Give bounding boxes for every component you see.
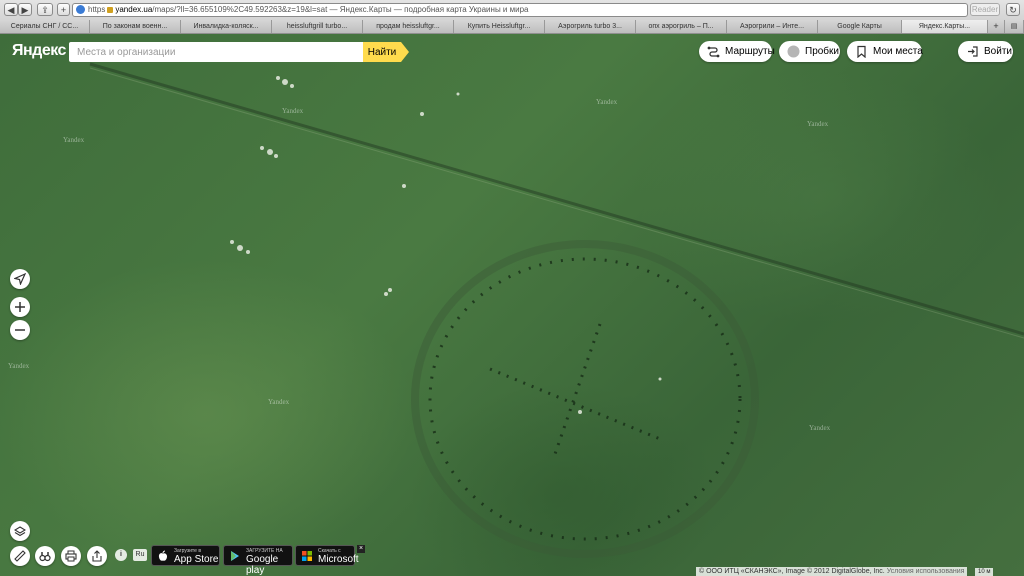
browser-tab[interactable]: опх аэрогриль – П... (636, 20, 727, 33)
share-button[interactable] (87, 546, 107, 566)
app-store-name: App Store (174, 554, 219, 565)
map-watermark: Yandex (807, 120, 829, 128)
my-places-label: Мои места (873, 46, 923, 57)
language-button[interactable]: Ru (133, 549, 147, 561)
zoom-out-button[interactable] (10, 320, 30, 340)
share-icon (92, 550, 102, 562)
map-watermark: Yandex (809, 424, 831, 432)
printer-icon (65, 550, 77, 562)
browser-tab[interactable]: Купить Heissluftgr... (454, 20, 545, 33)
search-button-tip (401, 42, 409, 62)
url-scheme: https (88, 5, 106, 14)
routes-label: Маршруты (725, 46, 775, 57)
globe-icon (76, 5, 85, 14)
lock-icon (107, 6, 114, 13)
zoom-in-button[interactable] (10, 297, 30, 317)
terms-link[interactable]: Условия использования (887, 568, 965, 575)
microsoft-store-button[interactable]: Скачать с Microsoft (295, 545, 359, 566)
back-icon[interactable]: ◀ (4, 3, 18, 16)
map-watermark: Yandex (282, 107, 304, 115)
login-label: Войти (984, 46, 1012, 57)
satellite-map[interactable]: Yandex Yandex Yandex Yandex Yandex Yande… (0, 34, 1024, 576)
browser-tab-active[interactable]: Яндекс.Карты... (902, 20, 988, 33)
map-scale: 10 м (975, 568, 994, 576)
add-tab-icon[interactable]: + (988, 20, 1005, 33)
app-store-button[interactable]: Загрузите в App Store (151, 545, 220, 566)
location-arrow-icon (14, 273, 26, 285)
copyright-text: © ООО ИТЦ «СКАНЭКС», Image © 2012 Digita… (699, 568, 885, 575)
ruler-button[interactable] (10, 546, 30, 566)
route-icon (707, 46, 720, 58)
google-play-button[interactable]: ЗАГРУЗИТЕ НА Google play (223, 545, 293, 576)
bookmark-icon (857, 45, 866, 58)
panorama-button[interactable] (35, 546, 55, 566)
map-watermark: Yandex (268, 398, 290, 406)
map-watermark: Yandex (8, 362, 30, 370)
reader-button[interactable]: Reader (970, 3, 1000, 16)
share-icon[interactable]: ⇪ (37, 3, 53, 16)
google-play-icon (231, 551, 239, 561)
browser-tab[interactable]: heissluftgrill turbo... (272, 20, 363, 33)
plus-icon (15, 302, 25, 312)
url-path: /maps/?ll=36.655109%2C49.592263&z=19&l=s… (152, 5, 328, 14)
search-input[interactable] (69, 42, 363, 62)
microsoft-icon (302, 551, 312, 561)
browser-tab[interactable]: Аэрогрили – Инте... (727, 20, 818, 33)
google-play-name: Google play (246, 554, 279, 576)
close-icon[interactable]: × (357, 545, 365, 553)
browser-chrome: ◀ ▶ ⇪ + https yandex.ua/maps/?ll=36.65510… (0, 0, 1024, 34)
tab-overflow-icon[interactable]: ▤ (1005, 20, 1024, 33)
browser-toolbar: ◀ ▶ ⇪ + https yandex.ua/maps/?ll=36.65510… (0, 0, 1024, 19)
traffic-button[interactable]: Пробки (779, 41, 840, 62)
address-bar[interactable]: https yandex.ua/maps/?ll=36.655109%2C49.5… (72, 3, 968, 17)
browser-tab[interactable]: Инвалидка-коляск... (181, 20, 272, 33)
browser-tab[interactable]: Аэрогриль turbo 3... (545, 20, 636, 33)
new-tab-icon[interactable]: + (57, 3, 70, 16)
browser-tab[interactable]: Google Карты (818, 20, 902, 33)
search-button[interactable]: Найти (363, 42, 401, 62)
geolocation-button[interactable] (10, 269, 30, 289)
browser-tab[interactable]: Сериалы СНГ / СС... (0, 20, 90, 33)
traffic-label: Пробки (805, 46, 839, 57)
yandex-logo[interactable]: Яндекс (12, 42, 66, 60)
url-host: yandex.ua (115, 5, 153, 14)
ruler-icon (14, 550, 26, 562)
minus-icon (15, 329, 25, 331)
forward-icon[interactable]: ▶ (18, 3, 32, 16)
browser-tab[interactable]: продам heissluftgr... (363, 20, 454, 33)
login-button[interactable]: Войти (958, 41, 1013, 62)
map-watermark: Yandex (596, 98, 618, 106)
reload-icon[interactable]: ↻ (1006, 3, 1020, 16)
info-icon[interactable]: i (115, 549, 127, 561)
map-watermark: Yandex (63, 136, 85, 144)
browser-tab[interactable]: По законам военн... (90, 20, 181, 33)
login-icon (968, 46, 978, 57)
copyright-notice: © ООО ИТЦ «СКАНЭКС», Image © 2012 Digita… (696, 567, 968, 576)
apple-icon (158, 550, 168, 561)
layers-icon (14, 526, 26, 537)
layers-button[interactable] (10, 521, 30, 541)
traffic-icon (787, 45, 800, 58)
binoculars-icon (39, 552, 51, 562)
tab-bar: Сериалы СНГ / СС... По законам военн... … (0, 20, 1024, 33)
microsoft-name: Microsoft (318, 554, 359, 565)
print-button[interactable] (61, 546, 81, 566)
routes-button[interactable]: Маршруты (699, 41, 775, 62)
page-title: — Яндекс.Карты — подробная карта Украины… (327, 5, 529, 14)
my-places-button[interactable]: Мои места (847, 41, 923, 62)
map-terrain (89, 62, 1024, 558)
